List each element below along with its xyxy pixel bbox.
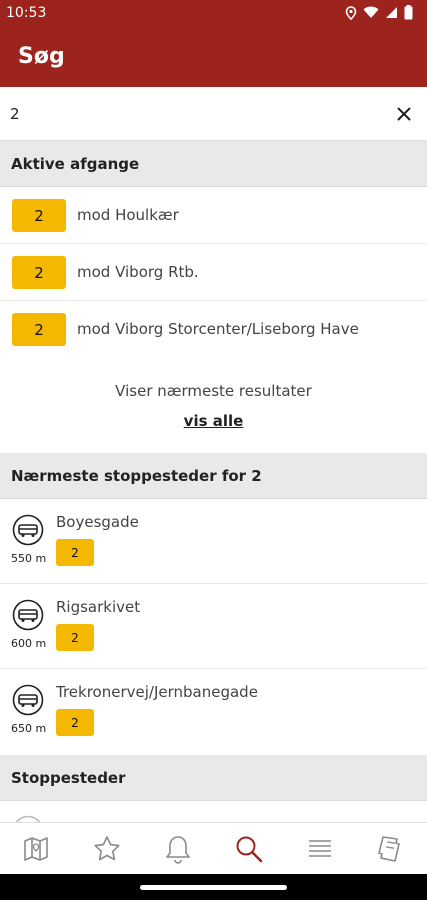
nav-menu[interactable]	[285, 823, 356, 874]
bus-icon	[15, 815, 41, 822]
stop-name: Boyesgade	[56, 513, 139, 531]
stop-distance: 600 m	[11, 637, 47, 650]
bus-icon	[12, 599, 44, 631]
departure-destination: mod Houlkær	[77, 206, 179, 224]
clear-search-button[interactable]	[391, 101, 417, 127]
departure-row[interactable]: 2 mod Viborg Rtb.	[0, 244, 427, 301]
map-icon	[23, 836, 48, 861]
star-icon	[94, 835, 120, 860]
tickets-icon	[378, 835, 401, 862]
nav-map[interactable]	[0, 823, 71, 874]
stop-distance: 650 m	[11, 722, 47, 735]
section-title: Stoppesteder	[11, 769, 126, 787]
departure-row[interactable]: 2 mod Houlkær	[0, 187, 427, 244]
line-badge: 2	[56, 539, 94, 566]
close-icon	[397, 107, 411, 121]
battery-icon	[404, 5, 413, 20]
location-icon	[345, 5, 357, 20]
stop-row[interactable]: 650 m Trekronervej/Jernbanegade 2	[0, 669, 427, 754]
nav-search[interactable]	[214, 823, 285, 874]
gesture-handle[interactable]	[140, 885, 287, 890]
departure-destination: mod Viborg Rtb.	[77, 263, 199, 281]
status-icons	[345, 5, 413, 20]
departure-row[interactable]: 2 mod Viborg Storcenter/Liseborg Have	[0, 301, 427, 358]
status-time: 10:53	[6, 5, 47, 21]
bus-icon	[12, 514, 44, 546]
line-badge: 2	[12, 313, 66, 346]
search-input[interactable]	[10, 99, 380, 129]
line-badge: 2	[56, 709, 94, 736]
section-header-active-departures: Aktive afgange	[0, 141, 427, 187]
bottom-navigation	[0, 822, 427, 874]
page-title: Søg	[18, 44, 65, 69]
results-info-text: Viser nærmeste resultater	[115, 382, 312, 400]
wifi-icon	[363, 6, 379, 18]
bus-icon	[12, 684, 44, 716]
line-badge: 2	[12, 199, 66, 232]
departure-destination: mod Viborg Storcenter/Liseborg Have	[77, 320, 359, 338]
show-all-link[interactable]: vis alle	[0, 412, 427, 430]
stop-name: Trekronervej/Jernbanegade	[56, 683, 258, 701]
stop-distance: 550 m	[11, 552, 47, 565]
line-badge: 2	[56, 624, 94, 651]
line-badge: 2	[12, 256, 66, 289]
stop-row[interactable]: 550 m Boyesgade 2	[0, 499, 427, 584]
nav-notifications[interactable]	[142, 823, 213, 874]
stop-name: Rigsarkivet	[56, 598, 141, 616]
bell-icon	[166, 835, 190, 864]
section-header-nearest-stops: Nærmeste stoppesteder for 2	[0, 453, 427, 499]
search-bar	[0, 87, 427, 141]
section-header-stops: Stoppesteder	[0, 755, 427, 801]
menu-icon	[309, 839, 332, 857]
status-bar: 10:53	[0, 0, 427, 28]
stop-row[interactable]: 600 m Rigsarkivet 2	[0, 584, 427, 669]
nav-tickets[interactable]	[356, 823, 427, 874]
section-title: Nærmeste stoppesteder for 2	[11, 467, 262, 485]
stop-row-partial[interactable]	[0, 801, 427, 822]
app-header: 10:53 Søg	[0, 0, 427, 87]
search-icon	[236, 836, 263, 862]
signal-icon	[386, 7, 397, 18]
nav-favorites[interactable]	[71, 823, 142, 874]
section-title: Aktive afgange	[11, 155, 140, 173]
